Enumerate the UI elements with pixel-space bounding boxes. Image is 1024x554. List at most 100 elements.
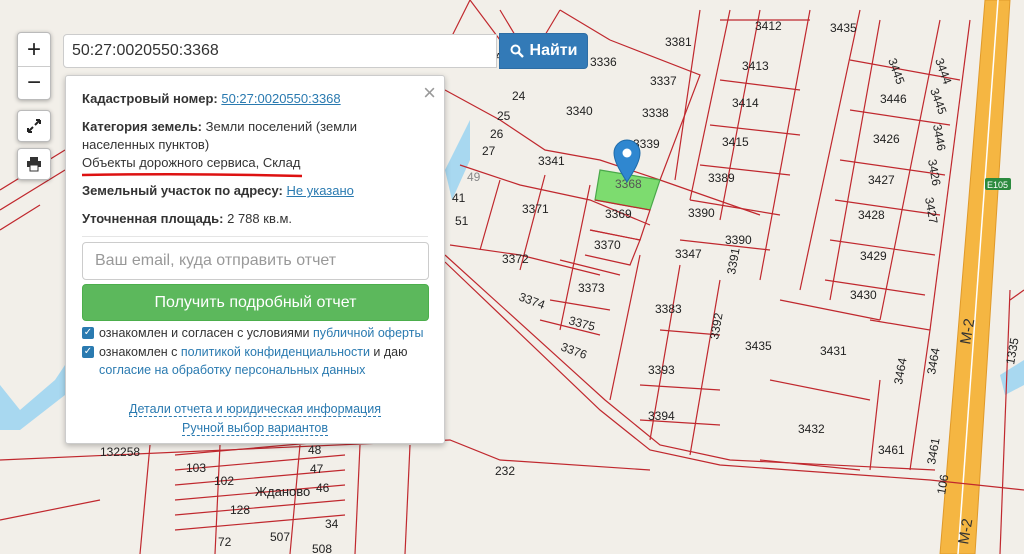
svg-text:3337: 3337 xyxy=(650,74,677,88)
svg-text:3370: 3370 xyxy=(594,238,621,252)
svg-text:508: 508 xyxy=(312,542,332,554)
road-label-e105: E105 xyxy=(985,178,1011,190)
svg-text:3341: 3341 xyxy=(538,154,565,168)
parcel-info-popup: × Кадастровый номер: 50:27:0020550:3368 … xyxy=(65,75,445,444)
svg-text:3390: 3390 xyxy=(688,206,715,220)
svg-text:3432: 3432 xyxy=(798,422,825,436)
email-field[interactable] xyxy=(82,242,429,280)
svg-text:3426: 3426 xyxy=(873,132,900,146)
print-icon xyxy=(27,157,41,172)
public-offer-link[interactable]: публичной оферты xyxy=(313,326,423,340)
search-button-label: Найти xyxy=(529,42,578,59)
cadastral-number-label: Кадастровый номер: xyxy=(82,91,218,106)
address-label: Земельный участок по адресу: xyxy=(82,183,283,198)
svg-text:E105: E105 xyxy=(987,180,1008,190)
zoom-control: + − xyxy=(17,32,51,100)
water-strip xyxy=(445,120,470,200)
fullscreen-button[interactable] xyxy=(17,110,51,142)
svg-text:3444: 3444 xyxy=(932,56,954,86)
svg-text:26: 26 xyxy=(490,127,504,141)
panel-divider xyxy=(82,236,428,237)
svg-text:3347: 3347 xyxy=(675,247,702,261)
svg-text:41: 41 xyxy=(452,191,466,205)
svg-text:3394: 3394 xyxy=(648,409,675,423)
red-underline-annotation xyxy=(81,172,303,178)
svg-text:507: 507 xyxy=(270,530,290,544)
svg-text:3340: 3340 xyxy=(566,104,593,118)
search-icon xyxy=(510,44,524,58)
svg-text:34: 34 xyxy=(325,517,339,531)
svg-text:3446: 3446 xyxy=(880,92,907,106)
svg-text:72: 72 xyxy=(218,535,232,549)
svg-text:102: 102 xyxy=(214,474,234,488)
svg-text:46: 46 xyxy=(316,481,330,495)
manual-selection-link[interactable]: Ручной выбор вариантов xyxy=(182,421,328,436)
land-category-row: Категория земель: Земли поселений (земли… xyxy=(82,118,428,154)
get-report-button[interactable]: Получить подробный отчет xyxy=(82,284,429,321)
highway-m2 xyxy=(939,0,1011,554)
svg-text:232: 232 xyxy=(495,464,515,478)
svg-text:128: 128 xyxy=(230,503,250,517)
svg-text:3446: 3446 xyxy=(930,123,948,152)
svg-text:3429: 3429 xyxy=(860,249,887,263)
search-button[interactable]: Найти xyxy=(499,33,588,69)
svg-text:48: 48 xyxy=(308,443,322,457)
offer-checkbox[interactable]: ✓ xyxy=(82,327,94,339)
svg-text:3390: 3390 xyxy=(725,233,752,247)
privacy-checkbox[interactable]: ✓ xyxy=(82,346,94,358)
svg-text:3445: 3445 xyxy=(927,86,949,116)
svg-text:3426: 3426 xyxy=(925,158,943,187)
fullscreen-icon xyxy=(27,119,41,133)
cadastral-number-row: Кадастровый номер: 50:27:0020550:3368 xyxy=(82,90,428,108)
privacy-consent-text-2: согласие на обработку персональных данны… xyxy=(99,361,432,379)
svg-text:3372: 3372 xyxy=(502,252,529,266)
svg-text:3414: 3414 xyxy=(732,96,759,110)
svg-text:3336: 3336 xyxy=(590,55,617,69)
svg-text:3376: 3376 xyxy=(559,340,589,362)
svg-text:25: 25 xyxy=(497,109,511,123)
svg-text:3435: 3435 xyxy=(830,21,857,35)
svg-text:3375: 3375 xyxy=(567,313,597,334)
svg-text:27: 27 xyxy=(482,144,496,158)
svg-text:3389: 3389 xyxy=(708,171,735,185)
cadastral-search-input[interactable] xyxy=(63,34,497,68)
svg-text:3413: 3413 xyxy=(742,59,769,73)
details-link-row: Детали отчета и юридическая информация xyxy=(66,402,444,417)
svg-text:3393: 3393 xyxy=(648,363,675,377)
svg-text:49: 49 xyxy=(467,170,481,184)
address-link[interactable]: Не указано xyxy=(286,183,353,198)
svg-text:3461: 3461 xyxy=(878,443,905,457)
privacy-consent-label: ознакомлен с xyxy=(99,345,181,359)
svg-text:3427: 3427 xyxy=(922,196,940,225)
water-strip xyxy=(0,365,65,430)
offer-consent-text: ознакомлен и согласен с условиями публич… xyxy=(99,324,432,342)
svg-text:3461: 3461 xyxy=(924,436,942,465)
svg-text:1335: 1335 xyxy=(1003,336,1021,365)
privacy-consent-mid: и даю xyxy=(369,345,408,359)
cadastral-number-link[interactable]: 50:27:0020550:3368 xyxy=(221,91,340,106)
svg-text:3415: 3415 xyxy=(722,135,749,149)
svg-text:3381: 3381 xyxy=(665,35,692,49)
svg-text:3383: 3383 xyxy=(655,302,682,316)
zoom-out-button[interactable]: − xyxy=(18,67,50,99)
privacy-policy-link[interactable]: политикой конфиденциальности xyxy=(181,345,370,359)
permitted-use-row: Объекты дорожного сервиса, Склад xyxy=(82,154,428,172)
personal-data-consent-link[interactable]: согласие на обработку персональных данны… xyxy=(99,363,365,377)
svg-text:3445: 3445 xyxy=(885,56,907,86)
svg-text:3371: 3371 xyxy=(522,202,549,216)
address-row: Земельный участок по адресу: Не указано xyxy=(82,182,428,200)
svg-text:3392: 3392 xyxy=(707,311,725,340)
offer-consent-label: ознакомлен и согласен с условиями xyxy=(99,326,313,340)
svg-text:3428: 3428 xyxy=(858,208,885,222)
svg-text:3338: 3338 xyxy=(642,106,669,120)
svg-text:3464: 3464 xyxy=(891,356,909,385)
svg-text:3373: 3373 xyxy=(578,281,605,295)
zoom-in-button[interactable]: + xyxy=(18,34,50,66)
svg-text:3369: 3369 xyxy=(605,207,632,221)
report-details-link[interactable]: Детали отчета и юридическая информация xyxy=(129,402,381,417)
svg-text:132258: 132258 xyxy=(100,445,140,459)
svg-text:3391: 3391 xyxy=(724,246,742,275)
print-button[interactable] xyxy=(17,148,51,180)
svg-text:24: 24 xyxy=(512,89,526,103)
svg-text:47: 47 xyxy=(310,462,324,476)
